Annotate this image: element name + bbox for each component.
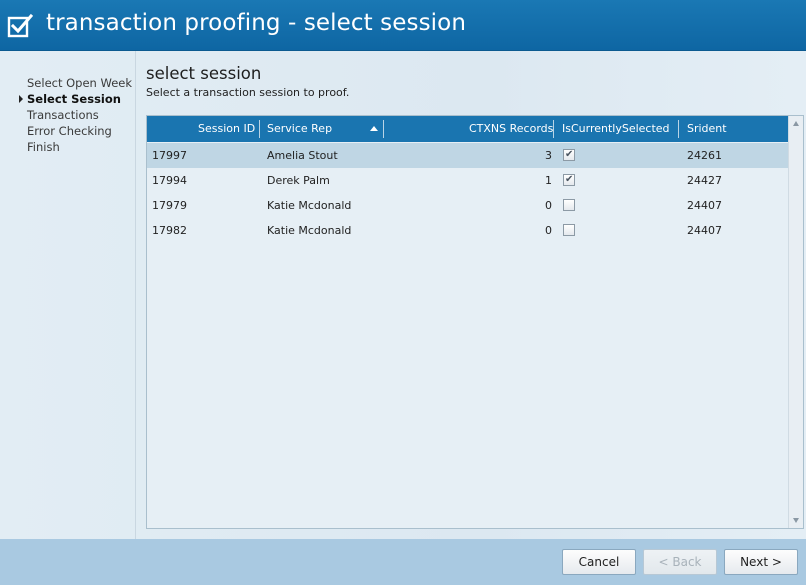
step-error-checking[interactable]: Error Checking [27,124,112,138]
step-select-open-week[interactable]: Select Open Week [27,76,132,90]
column-header-srident[interactable]: Srident [687,116,727,142]
column-separator[interactable] [383,120,384,138]
is-currently-selected-checkbox[interactable]: ✔ [563,174,575,186]
cell-session-id: 17982 [152,224,187,237]
sessions-grid[interactable]: Session ID Service Rep CTXNS Records IsC… [146,115,804,529]
window-title: transaction proofing - select session [46,10,467,36]
cell-srident: 24407 [687,224,722,237]
wizard-steps-sidebar: Select Open Week Select Session Transact… [0,51,136,539]
cell-session-id: 17994 [152,174,187,187]
scroll-down-arrow-icon[interactable] [793,518,799,523]
cell-srident: 24427 [687,174,722,187]
step-select-session[interactable]: Select Session [27,92,121,106]
table-row[interactable]: 17994 Derek Palm 1 ✔ 24427 [147,168,789,193]
sort-ascending-icon [370,126,378,131]
cancel-button[interactable]: Cancel [562,549,636,575]
cell-ctxns-records: 1 [545,174,552,187]
back-button[interactable]: < Back [643,549,717,575]
column-separator[interactable] [259,120,260,138]
cell-service-rep: Katie Mcdonald [267,199,352,212]
cell-session-id: 17979 [152,199,187,212]
cell-srident: 24407 [687,199,722,212]
column-separator[interactable] [678,120,679,138]
table-row[interactable]: 17982 Katie Mcdonald 0 ✔ 24407 [147,218,789,243]
column-header-ctxns-records[interactable]: CTXNS Records [469,116,553,142]
checkbox-checked-icon [7,13,33,38]
page-subtitle: Select a transaction session to proof. [146,86,350,99]
column-separator[interactable] [553,120,554,138]
cell-ctxns-records: 0 [545,199,552,212]
current-step-arrow-icon [19,95,23,103]
cell-ctxns-records: 3 [545,149,552,162]
cell-session-id: 17997 [152,149,187,162]
step-finish[interactable]: Finish [27,140,60,154]
next-button[interactable]: Next > [724,549,798,575]
footer-bar: Cancel < Back Next > [0,539,806,585]
cell-service-rep: Amelia Stout [267,149,338,162]
vertical-scrollbar[interactable] [788,116,803,528]
page-title: select session [146,64,262,83]
is-currently-selected-checkbox[interactable]: ✔ [563,199,575,211]
cell-service-rep: Derek Palm [267,174,330,187]
is-currently-selected-checkbox[interactable]: ✔ [563,149,575,161]
cell-ctxns-records: 0 [545,224,552,237]
step-transactions[interactable]: Transactions [27,108,99,122]
checkmark-icon: ✔ [565,174,574,185]
main-area: Select Open Week Select Session Transact… [0,51,806,539]
checkmark-icon: ✔ [565,149,574,160]
table-row[interactable]: 17979 Katie Mcdonald 0 ✔ 24407 [147,193,789,218]
is-currently-selected-checkbox[interactable]: ✔ [563,224,575,236]
grid-header: Session ID Service Rep CTXNS Records IsC… [147,116,789,142]
column-header-session-id[interactable]: Session ID [198,116,255,142]
cell-srident: 24261 [687,149,722,162]
table-row[interactable]: 17997 Amelia Stout 3 ✔ 24261 [147,143,789,168]
scroll-up-arrow-icon[interactable] [793,121,799,126]
cell-service-rep: Katie Mcdonald [267,224,352,237]
column-header-is-currently-selected[interactable]: IsCurrentlySelected [562,116,670,142]
column-header-service-rep[interactable]: Service Rep [267,116,332,142]
title-bar: transaction proofing - select session [0,0,806,51]
